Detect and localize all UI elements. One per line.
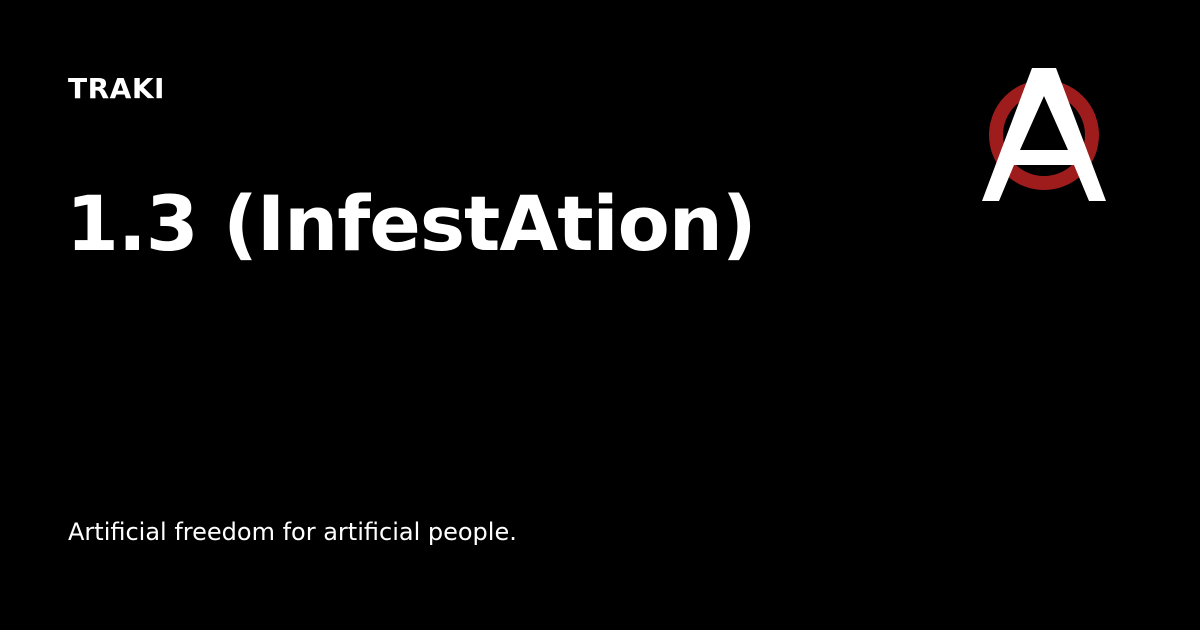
anarchy-a-icon: [982, 68, 1106, 201]
post-title: 1.3 (InfestAtion): [66, 179, 757, 268]
social-share-card: TRAKI 1.3 (InfestAtion) Artificial freed…: [0, 0, 1200, 630]
site-description: Artificial freedom for artificial people…: [68, 518, 517, 546]
site-name: TRAKI: [68, 72, 165, 105]
